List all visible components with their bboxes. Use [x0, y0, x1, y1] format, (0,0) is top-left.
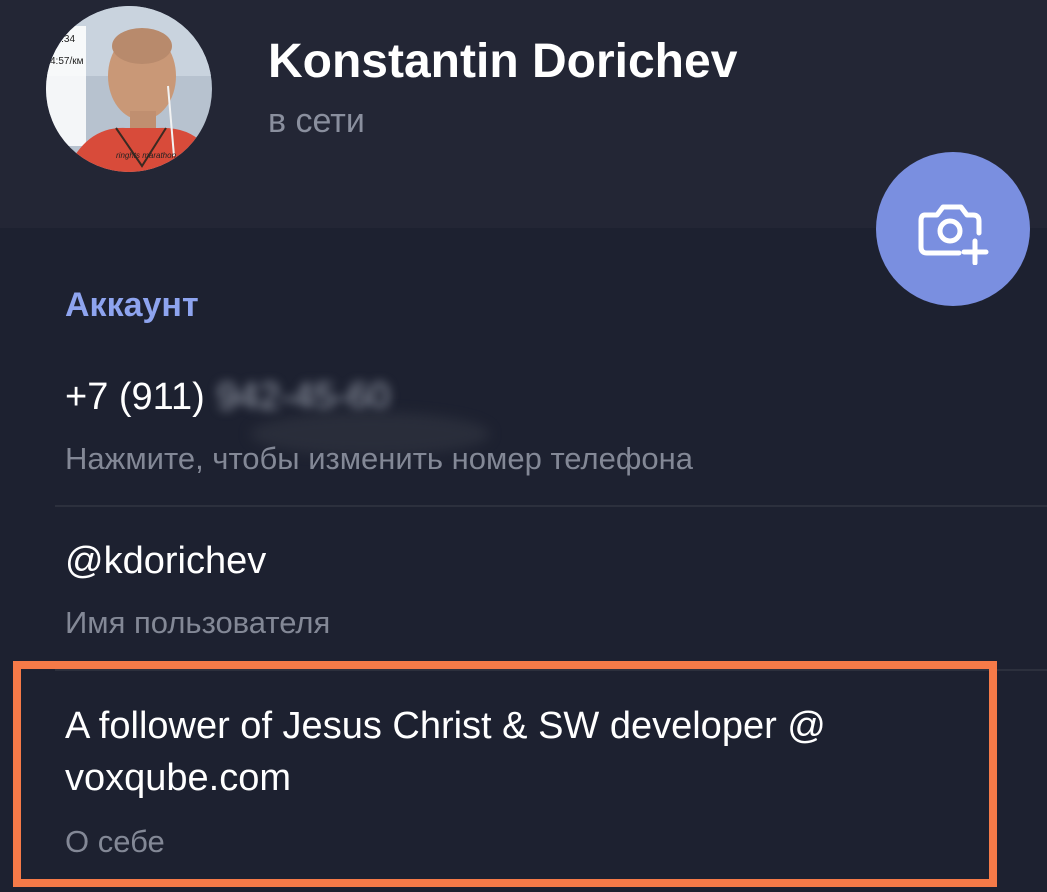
profile-name: Konstantin Dorichev	[268, 35, 738, 88]
bio-caption: О себе	[65, 824, 165, 859]
avatar-photo: 04:34 4:57/км ringhts marathon	[46, 6, 212, 172]
phone-number-caption: Нажмите, чтобы изменить номер телефона	[65, 441, 693, 476]
phone-number-row[interactable]: +7 (911) 942-45-60 Нажмите, чтобы изменит…	[0, 340, 1047, 505]
bio-value: A follower of Jesus Christ & SW develope…	[65, 705, 826, 799]
svg-text:4:57/км: 4:57/км	[50, 56, 84, 67]
svg-text:ringhts marathon: ringhts marathon	[116, 151, 177, 160]
bio-row[interactable]: A follower of Jesus Christ & SW develope…	[0, 670, 1047, 892]
camera-add-icon	[918, 204, 989, 265]
username-caption: Имя пользователя	[65, 605, 331, 640]
profile-screen: 04:34 4:57/км ringhts marathon Konstanti…	[0, 0, 1047, 892]
username-value: @kdorichev	[65, 540, 267, 582]
account-section-title: Аккаунт	[65, 286, 199, 324]
set-photo-button[interactable]	[876, 152, 1030, 306]
svg-text:04:34: 04:34	[50, 34, 75, 45]
username-row[interactable]: @kdorichev Имя пользователя	[0, 507, 1047, 669]
phone-number-prefix: +7 (911)	[65, 376, 205, 418]
avatar[interactable]: 04:34 4:57/км ringhts marathon	[46, 6, 212, 172]
profile-status: в сети	[268, 102, 365, 140]
